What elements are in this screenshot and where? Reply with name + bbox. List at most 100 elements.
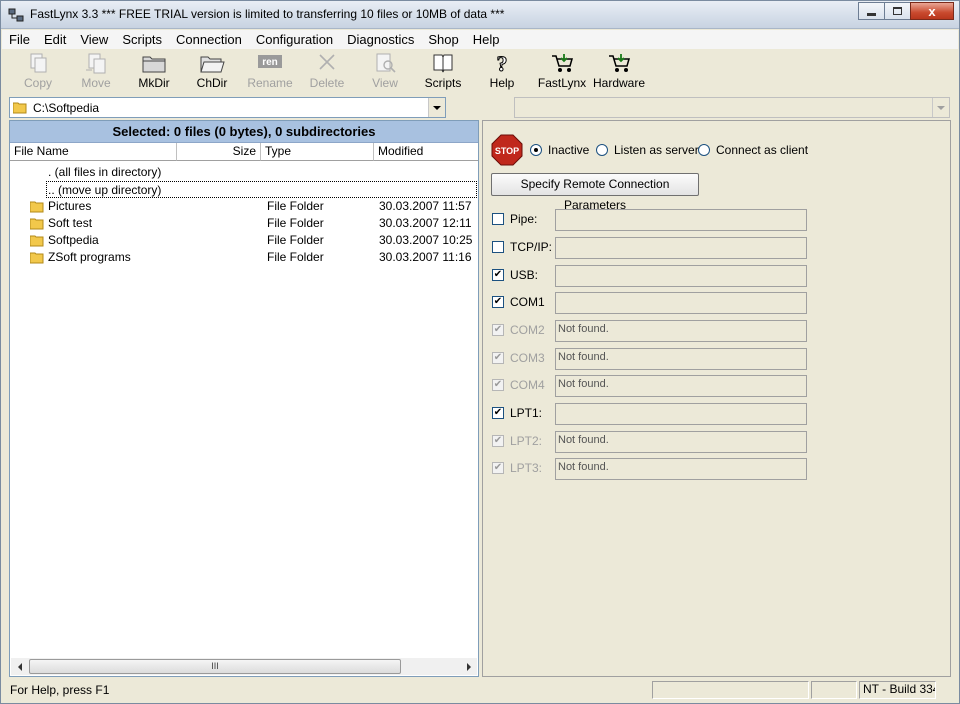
menu-file[interactable]: File [2, 30, 37, 49]
minimize-icon [867, 12, 876, 16]
specify-remote-parameters-button[interactable]: Specify Remote Connection Parameters [491, 173, 699, 212]
shopping-cart-icon [552, 54, 573, 72]
file-name: Softpedia [48, 233, 99, 247]
path-dropdown-button[interactable] [428, 98, 445, 117]
mkdir-button[interactable]: MkDir [130, 52, 178, 92]
scripts-button[interactable]: Scripts [418, 52, 468, 92]
path-combobox[interactable]: C:\Softpedia [9, 97, 446, 118]
port-lpt3-label: LPT3: [510, 461, 543, 475]
table-row[interactable]: Soft test File Folder 30.03.2007 12:11 [10, 215, 478, 232]
help-button[interactable]: ? Help [480, 52, 524, 92]
radio-indicator [596, 144, 608, 156]
port-pipe: Pipe: [492, 209, 808, 231]
port-lpt3-field: Not found. [555, 458, 807, 480]
status-panel [811, 681, 857, 699]
radio-inactive[interactable]: Inactive [530, 143, 589, 157]
port-com2-checkbox: ✔ [492, 324, 504, 336]
shopping-cart-icon [609, 54, 630, 72]
table-row[interactable]: ZSoft programs File Folder 30.03.2007 11… [10, 249, 478, 266]
move-icon [86, 53, 106, 74]
radio-indicator [530, 144, 542, 156]
delete-label: Delete [309, 76, 345, 90]
scripts-label: Scripts [424, 76, 462, 90]
scroll-right-button[interactable] [460, 658, 477, 675]
menu-shop[interactable]: Shop [421, 30, 465, 49]
radio-indicator [698, 144, 710, 156]
menu-scripts[interactable]: Scripts [115, 30, 169, 49]
port-pipe-label: Pipe: [510, 212, 538, 226]
maximize-icon [893, 7, 902, 15]
column-header-type[interactable]: Type [261, 143, 374, 161]
port-tcpip-field [555, 237, 807, 259]
port-com1-checkbox[interactable]: ✔ [492, 296, 504, 308]
list-item-all-files[interactable]: . (all files in directory) [10, 164, 478, 181]
port-lpt1-checkbox[interactable]: ✔ [492, 407, 504, 419]
port-usb-checkbox[interactable]: ✔ [492, 269, 504, 281]
chdir-button[interactable]: ChDir [188, 52, 236, 92]
copy-button[interactable]: Copy [14, 52, 62, 92]
file-name: Soft test [48, 216, 93, 230]
list-item-parent-directory[interactable]: .. (move up directory) [46, 181, 477, 198]
port-com2: ✔ COM2 Not found. [492, 320, 808, 342]
file-name: Pictures [48, 199, 92, 213]
port-lpt3-checkbox: ✔ [492, 462, 504, 474]
scroll-left-icon [17, 662, 22, 671]
port-pipe-checkbox[interactable] [492, 213, 504, 225]
rename-button[interactable]: ren Rename [244, 52, 296, 92]
menu-view[interactable]: View [73, 30, 115, 49]
move-button[interactable]: Move [72, 52, 120, 92]
maximize-button[interactable] [884, 2, 911, 20]
file-modified: 30.03.2007 10:25 [379, 233, 473, 247]
column-header-name[interactable]: File Name [10, 143, 177, 161]
port-usb: ✔ USB: [492, 265, 808, 287]
help-label: Help [489, 76, 515, 90]
chdir-label: ChDir [196, 76, 228, 90]
file-name: ZSoft programs [48, 250, 131, 264]
port-com2-field: Not found. [555, 320, 807, 342]
app-window: FastLynx 3.3 *** FREE TRIAL version is l… [0, 0, 960, 704]
menu-diagnostics[interactable]: Diagnostics [340, 30, 421, 49]
copy-icon [30, 53, 47, 73]
port-lpt1: ✔ LPT1: [492, 403, 808, 425]
file-list-pane: Selected: 0 files (0 bytes), 0 subdirect… [9, 120, 479, 677]
radio-listen-as-server[interactable]: Listen as server [596, 143, 699, 157]
port-tcpip-checkbox[interactable] [492, 241, 504, 253]
port-com3-checkbox: ✔ [492, 352, 504, 364]
port-usb-label: USB: [510, 268, 539, 282]
file-type: File Folder [267, 216, 324, 230]
remote-path-dropdown-button [932, 98, 949, 117]
menu-connection[interactable]: Connection [169, 30, 249, 49]
menu-help[interactable]: Help [466, 30, 507, 49]
menu-edit[interactable]: Edit [37, 30, 73, 49]
fastlynx-shop-button[interactable]: FastLynx [535, 52, 589, 92]
scrollbar-thumb[interactable]: III [29, 659, 401, 674]
scroll-left-button[interactable] [11, 658, 28, 675]
port-lpt1-label: LPT1: [510, 406, 543, 420]
close-button[interactable]: x [910, 2, 954, 20]
menu-configuration[interactable]: Configuration [249, 30, 340, 49]
hardware-shop-button[interactable]: Hardware [591, 52, 647, 92]
column-header-modified[interactable]: Modified [374, 143, 478, 161]
mkdir-label: MkDir [138, 76, 170, 90]
folder-icon [30, 218, 44, 230]
question-mark-icon: ? [496, 52, 508, 74]
table-row[interactable]: Pictures File Folder 30.03.2007 11:57 [10, 198, 478, 215]
status-help-text: For Help, press F1 [10, 683, 110, 697]
view-button[interactable]: View [361, 52, 409, 92]
radio-connect-as-client[interactable]: Connect as client [698, 143, 808, 157]
port-com1-label: COM1 [510, 295, 545, 309]
list-item-label: . (all files in directory) [48, 165, 162, 179]
table-row[interactable]: Softpedia File Folder 30.03.2007 10:25 [10, 232, 478, 249]
column-header-size[interactable]: Size [177, 143, 261, 161]
status-panel [652, 681, 809, 699]
horizontal-scrollbar[interactable]: III [11, 658, 477, 675]
title-bar[interactable]: FastLynx 3.3 *** FREE TRIAL version is l… [1, 1, 959, 29]
minimize-button[interactable] [858, 2, 885, 20]
current-path: C:\Softpedia [33, 101, 100, 115]
delete-button[interactable]: Delete [303, 52, 351, 92]
port-tcpip: TCP/IP: [492, 237, 808, 259]
list-item-label: .. (move up directory) [48, 183, 162, 197]
fastlynx-label: FastLynx [537, 76, 587, 90]
selection-summary: Selected: 0 files (0 bytes), 0 subdirect… [10, 121, 478, 143]
port-lpt3: ✔ LPT3: Not found. [492, 458, 808, 480]
